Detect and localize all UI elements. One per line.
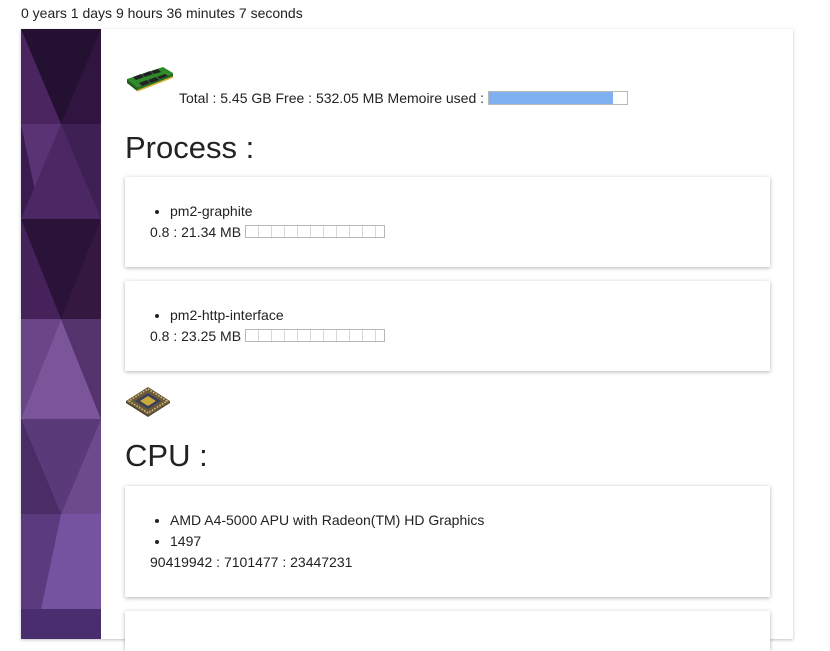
process-name: pm2-http-interface	[170, 305, 770, 326]
process-usage-bar	[244, 329, 385, 343]
memory-usage-fill	[488, 91, 614, 104]
cpu-speed: 1497	[170, 531, 770, 552]
sidebar-decoration	[21, 29, 101, 639]
process-card: pm2-http-interface 0.8 : 23.25 MB	[125, 281, 770, 371]
main-panel: Total : 5.45 GB Free : 532.05 MB Memoire…	[21, 29, 793, 651]
ram-icon	[125, 63, 175, 97]
process-card: pm2-graphite 0.8 : 21.34 MB	[125, 177, 770, 267]
cpu-times: 90419942 : 7101477 : 23447231	[150, 554, 353, 570]
process-name: pm2-graphite	[170, 201, 770, 222]
memory-usage-bar	[487, 90, 628, 105]
cpu-model: AMD A4-5000 APU with Radeon(TM) HD Graph…	[170, 510, 770, 531]
uptime-text: 0 years 1 days 9 hours 36 minutes 7 seco…	[21, 5, 303, 21]
cpu-heading: CPU :	[125, 438, 208, 473]
process-stats: 0.8 : 21.34 MB	[150, 224, 242, 240]
process-stats: 0.8 : 23.25 MB	[150, 328, 242, 344]
memory-text: Total : 5.45 GB Free : 532.05 MB Memoire…	[179, 90, 485, 106]
memory-summary: Total : 5.45 GB Free : 532.05 MB Memoire…	[179, 90, 628, 106]
cpu-card: AMD A4-5000 APU with Radeon(TM) HD Graph…	[125, 486, 770, 597]
process-usage-bar	[244, 225, 385, 239]
process-heading: Process :	[125, 130, 255, 165]
cpu-card	[125, 611, 770, 651]
cpu-icon	[125, 386, 171, 418]
